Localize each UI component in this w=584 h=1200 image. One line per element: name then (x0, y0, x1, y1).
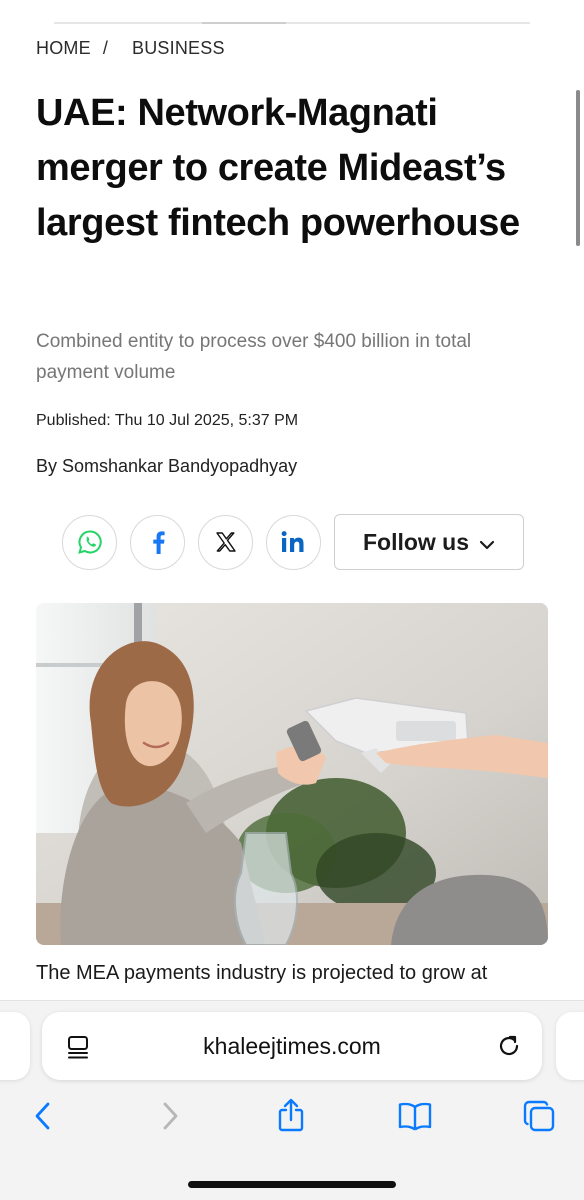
article-subheadline: Combined entity to process over $400 bil… (36, 331, 472, 383)
whatsapp-icon (77, 529, 103, 555)
chevron-down-icon (479, 529, 495, 556)
article-body-text: The MEA payments industry is projected t… (36, 962, 488, 984)
back-button[interactable] (19, 1094, 67, 1142)
x-icon (215, 531, 237, 553)
share-icon (276, 1098, 306, 1139)
breadcrumb: HOME / BUSINESS (36, 38, 225, 59)
tabs-icon (522, 1099, 556, 1138)
tabs-button[interactable] (515, 1094, 563, 1142)
bookmarks-icon (397, 1101, 433, 1136)
next-tab-preview[interactable] (556, 1012, 584, 1080)
url-text: khaleejtimes.com (203, 1033, 381, 1059)
breadcrumb-business[interactable]: BUSINESS (132, 38, 225, 59)
bookmarks-button[interactable] (391, 1094, 439, 1142)
forward-button[interactable] (146, 1094, 194, 1142)
previous-tab-preview[interactable] (0, 1012, 30, 1080)
linkedin-share-button[interactable] (266, 514, 321, 570)
share-button[interactable] (267, 1094, 315, 1142)
hero-image (36, 603, 548, 945)
browser-toolbar (0, 1094, 584, 1142)
top-nav-strip (54, 22, 530, 24)
article-headline: UAE: Network-Magnati merger to create Mi… (36, 92, 520, 244)
whatsapp-share-button[interactable] (62, 514, 117, 570)
forward-icon (160, 1101, 180, 1136)
facebook-icon (147, 529, 169, 555)
x-share-button[interactable] (198, 514, 253, 570)
breadcrumb-separator: / (102, 38, 109, 58)
address-bar[interactable]: khaleejtimes.com (42, 1012, 542, 1080)
follow-us-label: Follow us (362, 528, 470, 555)
scroll-indicator[interactable] (576, 90, 580, 246)
linkedin-icon (280, 530, 308, 554)
share-row: Follow us (62, 514, 524, 570)
breadcrumb-home[interactable]: HOME (36, 38, 91, 59)
facebook-share-button[interactable] (130, 514, 185, 570)
reload-icon[interactable] (496, 1033, 522, 1064)
home-indicator[interactable] (188, 1181, 396, 1188)
published-date: Published: Thu 10 Jul 2025, 5:37 PM (36, 412, 299, 429)
back-icon (33, 1101, 53, 1136)
top-nav-strip-active (202, 22, 286, 24)
follow-us-button[interactable]: Follow us (334, 514, 524, 570)
author-byline: By Somshankar Bandyopadhyay (36, 456, 298, 476)
